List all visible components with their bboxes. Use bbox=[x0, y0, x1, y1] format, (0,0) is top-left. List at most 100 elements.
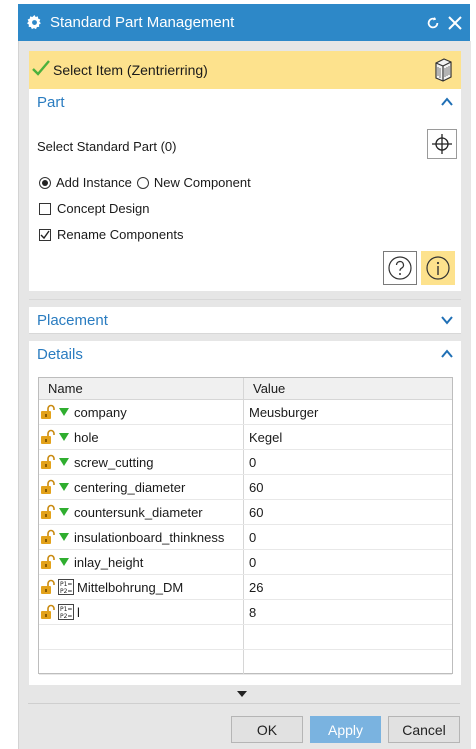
lock-icon[interactable] bbox=[40, 429, 56, 445]
lock-icon[interactable] bbox=[40, 504, 56, 520]
parameter-name: insulationboard_thinkness bbox=[74, 529, 225, 545]
add-instance-radio[interactable] bbox=[39, 176, 51, 189]
svg-text:P1=: P1= bbox=[60, 581, 72, 588]
select-item-bar[interactable]: Select Item (Zentrierring) bbox=[29, 51, 461, 89]
lock-icon[interactable] bbox=[40, 479, 56, 495]
select-standard-part-label: Select Standard Part (0) bbox=[37, 139, 177, 154]
lock-icon[interactable] bbox=[40, 554, 56, 570]
parameter-name: l bbox=[77, 604, 80, 620]
chevron-down-icon[interactable] bbox=[441, 313, 453, 328]
column-header-name[interactable]: Name bbox=[39, 378, 244, 399]
table-row[interactable]: P1= P2= Mittelbohrung_DM 26 bbox=[39, 575, 452, 600]
lock-icon[interactable] bbox=[40, 529, 56, 545]
table-row[interactable]: P1= P2= l 8 bbox=[39, 600, 452, 625]
parameter-name: centering_diameter bbox=[74, 479, 186, 495]
value-cell[interactable]: 60 bbox=[244, 475, 452, 499]
reset-icon[interactable] bbox=[426, 16, 440, 30]
name-cell: P1= P2= Mittelbohrung_DM bbox=[39, 575, 244, 599]
title-bar: Standard Part Management bbox=[18, 4, 470, 41]
window-title: Standard Part Management bbox=[50, 14, 235, 31]
new-component-label: New Component bbox=[153, 175, 251, 190]
value-cell[interactable]: 0 bbox=[244, 550, 452, 574]
gear-icon bbox=[27, 15, 42, 30]
divider bbox=[29, 333, 461, 334]
ok-button[interactable]: OK bbox=[231, 716, 303, 743]
info-icon[interactable] bbox=[421, 251, 455, 285]
value-cell[interactable]: 0 bbox=[244, 525, 452, 549]
placement-section-header[interactable]: Placement bbox=[29, 307, 461, 333]
chevron-up-icon[interactable] bbox=[441, 95, 453, 110]
empty-cell bbox=[39, 650, 244, 674]
expand-triangle-icon[interactable] bbox=[59, 558, 69, 566]
empty-cell bbox=[39, 625, 244, 649]
name-cell: inlay_height bbox=[39, 550, 244, 574]
expand-triangle-icon[interactable] bbox=[59, 483, 69, 491]
table-row[interactable]: insulationboard_thinkness 0 bbox=[39, 525, 452, 550]
value-cell[interactable]: 8 bbox=[244, 600, 452, 624]
expand-triangle-icon[interactable] bbox=[59, 433, 69, 441]
name-cell: centering_diameter bbox=[39, 475, 244, 499]
value-cell[interactable]: 60 bbox=[244, 500, 452, 524]
table-body: company Meusburger hole Kegel screw_cutting 0… bbox=[39, 400, 452, 675]
footer-divider bbox=[28, 703, 460, 704]
parameter-name: inlay_height bbox=[74, 554, 144, 570]
lock-icon[interactable] bbox=[40, 404, 56, 420]
name-cell: company bbox=[39, 400, 244, 424]
expand-triangle-icon[interactable] bbox=[59, 458, 69, 466]
lock-icon[interactable] bbox=[40, 579, 56, 595]
expand-triangle-icon[interactable] bbox=[59, 533, 69, 541]
parameter-icon: P1= P2= bbox=[58, 579, 74, 595]
table-row[interactable]: hole Kegel bbox=[39, 425, 452, 450]
expand-triangle-icon[interactable] bbox=[59, 408, 69, 416]
lock-icon[interactable] bbox=[40, 454, 56, 470]
expand-more-icon[interactable] bbox=[237, 691, 247, 697]
details-section-header[interactable]: Details bbox=[29, 341, 461, 367]
placement-section-title: Placement bbox=[37, 311, 108, 329]
table-row[interactable]: screw_cutting 0 bbox=[39, 450, 452, 475]
add-instance-label: Add Instance bbox=[56, 175, 132, 190]
table-row[interactable]: countersunk_diameter 60 bbox=[39, 500, 452, 525]
name-cell: hole bbox=[39, 425, 244, 449]
close-icon[interactable] bbox=[448, 15, 462, 30]
empty-cell bbox=[244, 625, 452, 649]
value-cell[interactable]: Kegel bbox=[244, 425, 452, 449]
select-item-label: Select Item (Zentrierring) bbox=[53, 62, 208, 78]
concept-design-option[interactable]: Concept Design bbox=[39, 201, 150, 216]
table-header: Name Value bbox=[39, 378, 452, 400]
part-section-header[interactable]: Part bbox=[29, 89, 461, 115]
check-icon bbox=[32, 59, 50, 81]
chevron-up-icon[interactable] bbox=[441, 347, 453, 362]
empty-cell bbox=[244, 650, 452, 674]
value-cell[interactable]: 0 bbox=[244, 450, 452, 474]
name-cell: screw_cutting bbox=[39, 450, 244, 474]
details-section-title: Details bbox=[37, 345, 83, 363]
insert-mode-radio-group: Add Instance New Component bbox=[39, 175, 251, 190]
table-row[interactable]: company Meusburger bbox=[39, 400, 452, 425]
cancel-button[interactable]: Cancel bbox=[388, 716, 460, 743]
concept-design-checkbox[interactable] bbox=[39, 202, 51, 215]
value-cell[interactable]: Meusburger bbox=[244, 400, 452, 424]
lock-icon[interactable] bbox=[40, 604, 56, 620]
parameter-name: hole bbox=[74, 429, 99, 445]
cube-icon[interactable] bbox=[425, 51, 461, 89]
name-cell: insulationboard_thinkness bbox=[39, 525, 244, 549]
apply-button[interactable]: Apply bbox=[310, 716, 381, 743]
new-component-radio[interactable] bbox=[136, 176, 149, 189]
help-icon[interactable] bbox=[383, 251, 417, 285]
column-header-value[interactable]: Value bbox=[244, 378, 452, 399]
parameter-name: countersunk_diameter bbox=[74, 504, 203, 520]
svg-text:P1=: P1= bbox=[60, 606, 72, 613]
expand-triangle-icon[interactable] bbox=[59, 508, 69, 516]
table-row[interactable]: centering_diameter 60 bbox=[39, 475, 452, 500]
details-table: Name Value company Meusburger hole Kegel scr… bbox=[38, 377, 453, 675]
value-cell[interactable]: 26 bbox=[244, 575, 452, 599]
table-row[interactable]: inlay_height 0 bbox=[39, 550, 452, 575]
part-section-title: Part bbox=[37, 93, 65, 111]
divider bbox=[29, 299, 461, 300]
parameter-name: screw_cutting bbox=[74, 454, 154, 470]
crosshair-icon[interactable] bbox=[427, 129, 457, 159]
empty-row bbox=[39, 625, 452, 650]
rename-components-option[interactable]: Rename Components bbox=[39, 227, 183, 242]
name-cell: countersunk_diameter bbox=[39, 500, 244, 524]
rename-components-checkbox[interactable] bbox=[39, 228, 51, 241]
